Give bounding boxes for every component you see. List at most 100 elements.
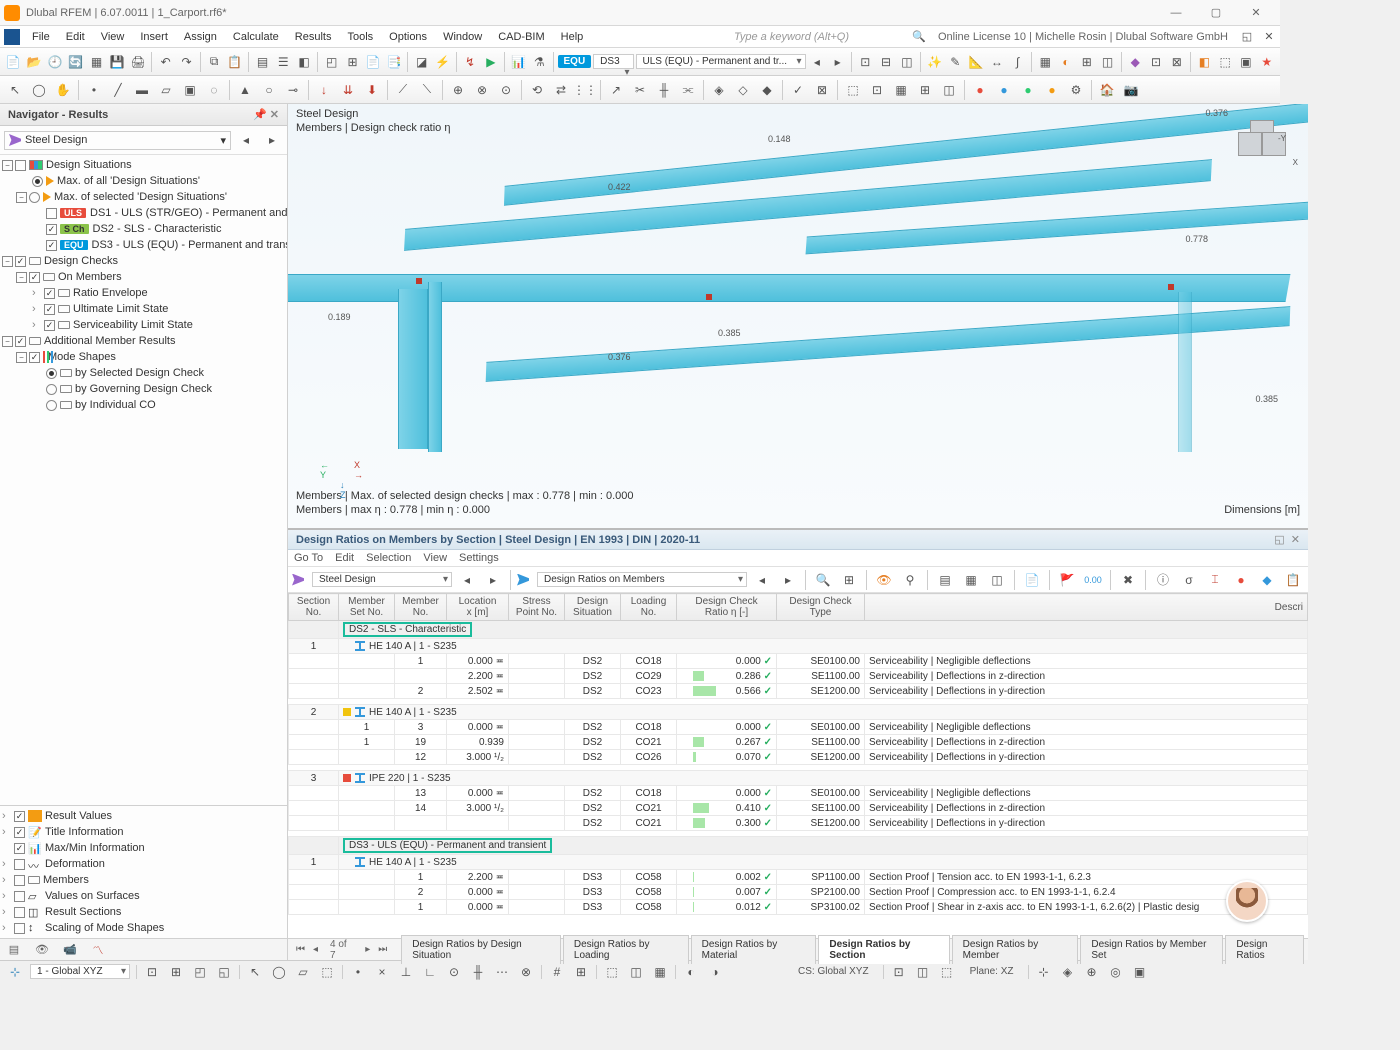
prev-case-icon[interactable]: ◂ [808,51,827,73]
solid-icon[interactable]: ▣ [179,79,201,101]
co2-icon[interactable]: ● [993,79,1015,101]
menu-tools[interactable]: Tools [339,29,381,45]
t1-icon[interactable]: ⊡ [856,51,875,73]
menu-view[interactable]: View [93,29,133,45]
tb-clr-icon[interactable]: ✖ [1117,569,1139,591]
calc-icon[interactable]: ▶ [481,51,500,73]
sb-cs-icon[interactable]: ⊹ [6,963,24,981]
saveall-icon[interactable]: 🖨 [129,51,148,73]
tb-xxx-icon[interactable]: ⚲ [899,569,921,591]
s3-icon[interactable]: ▦ [890,79,912,101]
tt-prev-icon[interactable]: ◂ [751,569,773,591]
tb-filter-icon[interactable]: ⊞ [838,569,860,591]
tc-prev-icon[interactable]: ◂ [456,569,478,591]
menu-insert[interactable]: Insert [132,29,176,45]
nav-icon[interactable]: ☰ [274,51,293,73]
tb-w-icon[interactable]: ◆ [1256,569,1278,591]
menu-window[interactable]: Window [435,29,490,45]
ext-icon[interactable]: ↗ [605,79,627,101]
surface-icon[interactable]: ▱ [155,79,177,101]
ml-icon[interactable]: ⇊ [337,79,359,101]
result-tab[interactable]: Design Ratios by Material [691,935,817,964]
result-tab[interactable]: Design Ratios by Loading [563,935,689,964]
tt-next-icon[interactable]: ▸ [777,569,799,591]
menu-cadbim[interactable]: CAD-BIM [490,29,552,45]
magic-icon[interactable]: ✨ [925,51,944,73]
newview-icon[interactable]: ◰ [322,51,341,73]
filter-icon[interactable]: ⚗ [530,51,549,73]
b3-icon[interactable]: ⊠ [1167,51,1186,73]
close-button[interactable]: ✕ [1236,1,1276,25]
tb-find-icon[interactable]: 🔍 [812,569,834,591]
tab-data-icon[interactable]: ▤ [4,941,24,959]
result-tab[interactable]: Design Ratios by Member [952,935,1079,964]
view-cube[interactable]: -Y X [1238,114,1288,164]
tb-exp-icon[interactable]: 📄 [1021,569,1043,591]
module-combo[interactable]: Steel Design ▾ [4,131,231,150]
sec-icon[interactable]: ⬚ [1216,51,1235,73]
radio-max-all[interactable] [32,176,43,187]
result-tab[interactable]: Design Ratios [1225,935,1304,964]
g4-icon[interactable]: ◫ [1098,51,1117,73]
sigma-icon[interactable]: ∫ [1008,51,1027,73]
panel-close-icon[interactable]: ✕ [1291,534,1300,546]
cam-icon[interactable]: 📷 [1120,79,1142,101]
g2-icon[interactable]: ◐ [1057,51,1076,73]
support-icon[interactable]: ▲ [234,79,256,101]
m3-icon[interactable]: ⊙ [495,79,517,101]
arr-icon[interactable]: ⋮⋮ [574,79,596,101]
rot-icon[interactable]: ⟲ [526,79,548,101]
s2-icon[interactable]: ⊡ [866,79,888,101]
tm-settings[interactable]: Settings [459,552,499,564]
home-icon[interactable]: 🏠 [1096,79,1118,101]
member-icon[interactable]: ▬ [131,79,153,101]
tb-col2-icon[interactable]: ▦ [960,569,982,591]
tb-x-icon[interactable]: 📋 [1282,569,1304,591]
co1-icon[interactable]: ● [969,79,991,101]
pg-last-icon[interactable]: ⏭ [374,944,391,955]
dsn-combo[interactable]: DS3 [593,54,633,69]
node-icon[interactable]: • [83,79,105,101]
opening-icon[interactable]: ◌ [203,79,225,101]
v3-icon[interactable]: ◆ [756,79,778,101]
pg-first-icon[interactable]: ⏮ [292,944,309,955]
results-icon[interactable]: 📊 [509,51,528,73]
tab-results-icon[interactable]: 〽 [88,941,108,959]
pointer-icon[interactable]: ↖ [4,79,26,101]
table-module-combo[interactable]: Steel Design [312,572,452,587]
panel-detach-icon[interactable]: ◱ [1274,534,1284,546]
tb-col3-icon[interactable]: ◫ [986,569,1008,591]
open-icon[interactable]: 📂 [25,51,44,73]
assistant-avatar[interactable] [1226,880,1268,922]
maximize-button[interactable]: ▢ [1196,1,1236,25]
minimize-button[interactable]: — [1156,1,1196,25]
generate-icon[interactable]: ⚡ [433,51,452,73]
s4-icon[interactable]: ⊞ [914,79,936,101]
b2-icon[interactable]: ⊡ [1147,51,1166,73]
tc-next-icon[interactable]: ▸ [482,569,504,591]
s5-icon[interactable]: ◫ [938,79,960,101]
result-tab[interactable]: Design Ratios by Member Set [1080,935,1223,964]
pg-prev-icon[interactable]: ◂ [309,944,322,955]
brush-icon[interactable]: ✎ [946,51,965,73]
print-icon[interactable]: 📄 [364,51,383,73]
g1-icon[interactable]: ▦ [1036,51,1055,73]
result-tab[interactable]: Design Ratios by Design Situation [401,935,561,964]
menu-options[interactable]: Options [381,29,435,45]
recent-icon[interactable]: 🕘 [46,51,65,73]
tb-flag-icon[interactable]: 🚩 [1056,569,1078,591]
co3-icon[interactable]: ● [1017,79,1039,101]
mat-icon[interactable]: ▣ [1237,51,1256,73]
tm-goto[interactable]: Go To [294,552,323,564]
nav-prev-icon[interactable]: ◂ [235,129,257,151]
menu-file[interactable]: File [24,29,58,45]
line-icon[interactable]: ╱ [107,79,129,101]
menu-assign[interactable]: Assign [176,29,225,45]
table-type-combo[interactable]: Design Ratios on Members [537,572,747,587]
model-icon[interactable]: ▦ [87,51,106,73]
v2-icon[interactable]: ◇ [732,79,754,101]
tb-info-icon[interactable]: ⓘ [1152,569,1174,591]
pin-icon[interactable]: 📌 ✕ [253,108,279,121]
lasso-icon[interactable]: ◯ [28,79,50,101]
addon-icon[interactable]: ★ [1257,51,1276,73]
